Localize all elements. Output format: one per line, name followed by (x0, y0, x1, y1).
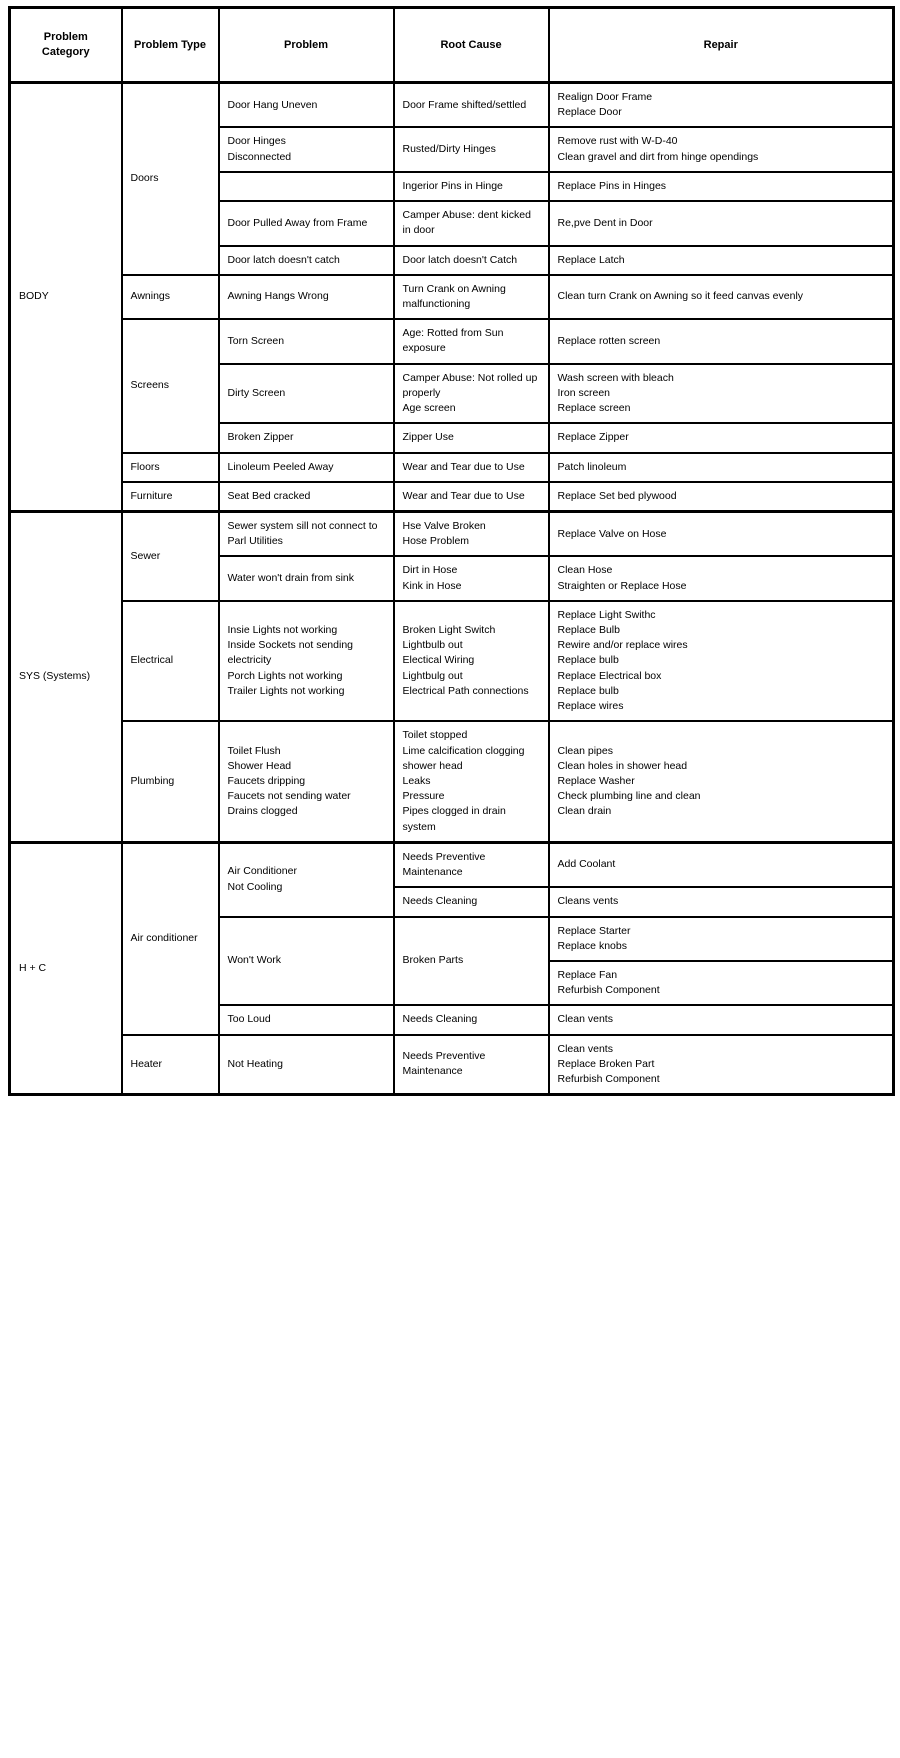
cell-problem: Broken Zipper (217, 422, 395, 454)
cell-root-cause: Dirt in Hose Kink in Hose (392, 555, 550, 602)
cell-root-cause: Zipper Use (392, 422, 550, 454)
cell-root-cause: Rusted/Dirty Hinges (392, 126, 550, 173)
table-row: Screens Torn Screen Age: Rotted from Sun e… (10, 318, 895, 454)
cell-problem: Seat Bed cracked (217, 480, 395, 513)
cell-problem-type: Heater (120, 1033, 220, 1096)
cell-problem (217, 170, 395, 203)
cell-repair: Replace Latch (547, 244, 895, 276)
cell-root-cause: Toilet stopped Lime calcification cloggi… (392, 720, 550, 844)
cell-problem: Linoleum Peeled Away (217, 451, 395, 483)
cell-problem-category: BODY (8, 81, 123, 513)
cell-repair: Replace Zipper (547, 422, 895, 454)
cell-repair: Remove rust with W-D-40 Clean gravel and… (547, 126, 895, 173)
cell-problem-type: Screens (120, 318, 220, 454)
cell-repair: Realign Door Frame Replace Door (547, 81, 895, 129)
cell-repair: Re,pve Dent in Door (547, 200, 895, 247)
table-row: Awnings Awning Hangs Wrong Turn Crank on A… (10, 273, 895, 321)
cell-root-cause: Broken Light Switch Lightbulb out Electi… (392, 599, 550, 723)
cell-problem-category: SYS (Systems) (8, 509, 123, 844)
cell-problem: Awning Hangs Wrong (217, 273, 395, 321)
cell-repair: Replace Fan Refurbish Component (547, 959, 895, 1007)
cell-problem: Not Heating (217, 1033, 395, 1096)
column-header-root-cause: Root Cause (392, 6, 550, 84)
cell-repair: Replace rotten screen (547, 318, 895, 365)
cell-root-cause: Ingerior Pins in Hinge (392, 170, 550, 203)
cell-repair: Clean vents Replace Broken Part Refurbis… (547, 1033, 895, 1096)
cell-problem-type: Plumbing (120, 720, 220, 844)
cell-root-cause: Age: Rotted from Sun exposure (392, 318, 550, 365)
table-row: Floors Linoleum Peeled Away Wear and Tear … (10, 451, 895, 483)
cell-root-cause: Needs Cleaning (392, 886, 550, 918)
cell-problem-type: Floors (120, 451, 220, 483)
table-row: Heater Not Heating Needs Preventive Mainte… (10, 1033, 895, 1096)
cell-problem: Insie Lights not working Inside Sockets … (217, 599, 395, 723)
cell-problem-type: Doors (120, 80, 220, 276)
cell-problem: Won't Work (217, 915, 395, 1007)
cell-problem-type: Air conditioner (120, 840, 220, 1036)
cell-problem: Torn Screen (217, 318, 395, 365)
cell-repair: Add Coolant (547, 840, 895, 889)
table-row: Plumbing Toilet Flush Shower Head Faucets… (10, 720, 895, 844)
cell-root-cause: Turn Crank on Awning malfunctioning (392, 273, 550, 321)
cell-problem-category: H + C (8, 840, 123, 1096)
table-row: BODY Doors Door Hang Uneven Door Frame shif… (8, 80, 895, 513)
cell-root-cause: Camper Abuse: dent kicked in door (392, 200, 550, 247)
column-header-problem-category: Problem Category (8, 6, 123, 84)
cell-problem: Water won't drain from sink (217, 555, 395, 602)
cell-problem: Air Conditioner Not Cooling (217, 840, 395, 918)
cell-problem-type: Electrical (120, 599, 220, 723)
cell-repair: Replace Pins in Hinges (547, 170, 895, 203)
cell-repair: Clean turn Crank on Awning so it feed ca… (547, 273, 895, 321)
cell-problem: Dirty Screen (217, 362, 395, 425)
cell-repair: Replace Set bed plywood (547, 480, 895, 513)
cell-root-cause: Wear and Tear due to Use (392, 451, 550, 483)
cell-problem: Too Loud (217, 1004, 395, 1036)
cell-root-cause: Needs Cleaning (392, 1004, 550, 1036)
cell-root-cause: Wear and Tear due to Use (392, 480, 550, 513)
cell-root-cause: Hse Valve Broken Hose Problem (392, 509, 550, 558)
cell-problem: Door Pulled Away from Frame (217, 200, 395, 247)
cell-root-cause: Door Frame shifted/settled (392, 81, 550, 129)
table-row: Furniture Seat Bed cracked Wear and Tear d… (10, 480, 895, 513)
cell-problem: Door Hang Uneven (217, 81, 395, 129)
table-row: Electrical Insie Lights not working Insid… (10, 599, 895, 723)
cell-repair: Clean Hose Straighten or Replace Hose (547, 555, 895, 602)
cell-problem: Toilet Flush Shower Head Faucets drippin… (217, 720, 395, 844)
table-body: BODY Doors Door Hang Uneven Door Frame shif… (8, 80, 895, 1096)
table-row: SYS (Systems) Sewer Sewer system sill not … (8, 509, 895, 844)
cell-repair: Wash screen with bleach Iron screen Repl… (547, 362, 895, 425)
cell-root-cause: Needs Preventive Maintenance (392, 1033, 550, 1096)
cell-root-cause: Broken Parts (392, 915, 550, 1007)
table-header: Problem Category Problem Type Problem Ro… (8, 6, 895, 84)
worksheet-page: Problem Category Problem Type Problem Ro… (0, 0, 900, 1758)
cell-root-cause: Door latch doesn't Catch (392, 244, 550, 276)
cell-problem: Sewer system sill not connect to Parl Ut… (217, 509, 395, 558)
column-header-problem-type: Problem Type (120, 6, 220, 84)
table-row: H + C Air conditioner Air Conditioner Not … (8, 840, 895, 1096)
column-header-problem: Problem (217, 6, 395, 84)
cell-repair: Replace Starter Replace knobs (547, 915, 895, 962)
cell-problem-type: Furniture (120, 480, 220, 513)
cell-problem: Door Hinges Disconnected (217, 126, 395, 173)
cell-problem-type: Sewer (120, 509, 220, 602)
header-row: Problem Category Problem Type Problem Ro… (8, 6, 895, 84)
cell-repair: Cleans vents (547, 886, 895, 918)
cell-root-cause: Needs Preventive Maintenance (392, 840, 550, 889)
cell-repair: Replace Light Swithc Replace Bulb Rewire… (547, 599, 895, 723)
cell-problem-type: Awnings (120, 273, 220, 321)
cell-repair: Clean pipes Clean holes in shower head R… (547, 720, 895, 844)
column-header-repair: Repair (547, 6, 895, 84)
cell-repair: Patch linoleum (547, 451, 895, 483)
problem-repair-matrix-table: Problem Category Problem Type Problem Ro… (8, 6, 895, 1097)
cell-repair: Replace Valve on Hose (547, 509, 895, 558)
cell-problem: Door latch doesn't catch (217, 244, 395, 276)
cell-root-cause: Camper Abuse: Not rolled up properly Age… (392, 362, 550, 425)
cell-repair: Clean vents (547, 1004, 895, 1036)
